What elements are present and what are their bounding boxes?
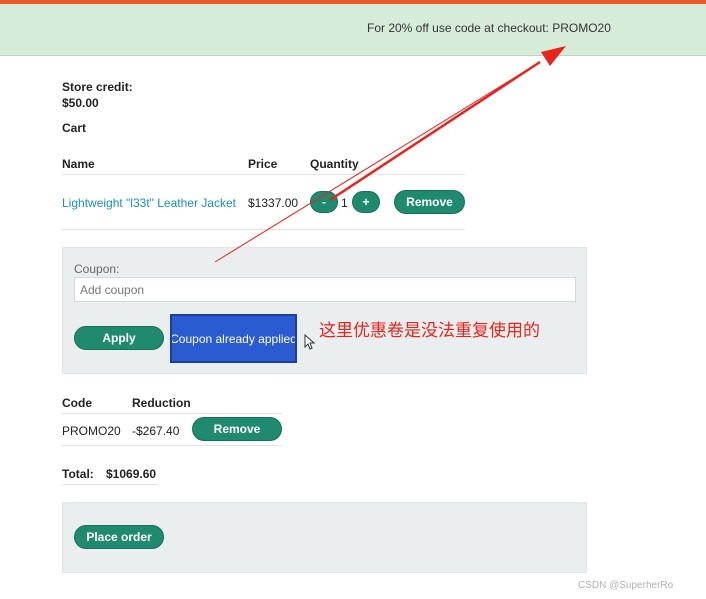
applied-code: PROMO20 — [62, 424, 121, 438]
remove-coupon-button[interactable]: Remove — [192, 417, 282, 441]
reduction-header: Reduction — [132, 396, 191, 410]
code-header: Code — [62, 396, 92, 410]
place-order-button[interactable]: Place order — [74, 525, 164, 549]
total-value: $1069.60 — [106, 467, 157, 481]
total-divider — [62, 484, 158, 485]
applied-reduction: -$267.40 — [132, 424, 180, 438]
total-label: Total: — [62, 467, 94, 481]
watermark: CSDN @SuperherRo — [578, 580, 674, 591]
code-row-divider — [62, 445, 282, 446]
code-header-divider — [62, 413, 282, 414]
